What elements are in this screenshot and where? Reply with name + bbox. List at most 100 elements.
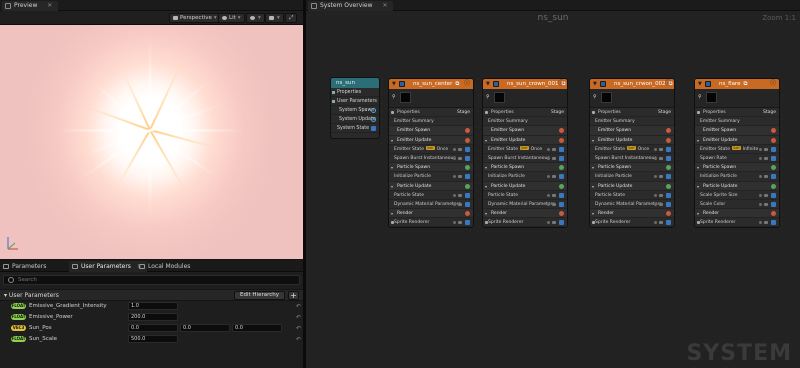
stack-section-header[interactable]: Emitter Spawn [389,126,473,136]
parameter-value-z-field[interactable]: 0.0 [232,324,282,332]
module-row[interactable]: Initialize Particle [590,172,674,182]
stack-section-header[interactable]: Emitter Update ▾ [483,135,567,145]
module-row[interactable]: Dynamic Material Parameters [483,200,567,210]
collapse-icon[interactable]: ▼ [593,79,597,89]
add-module-icon[interactable] [559,137,564,143]
add-module-icon[interactable] [465,137,470,143]
renderer-row[interactable]: Sprite Renderer [590,218,674,228]
properties-row[interactable]: Properties Stage [483,108,567,118]
stack-section-header[interactable]: Emitter Spawn [590,126,674,136]
add-module-icon[interactable] [559,211,564,217]
add-module-icon[interactable] [465,165,470,171]
system-row-properties[interactable]: Properties [331,88,379,97]
stack-section-header[interactable]: Emitter Update ▾ [695,135,779,145]
add-module-icon[interactable] [666,165,671,171]
module-row[interactable]: Initialize Particle [695,172,779,182]
system-row-state[interactable]: System State [331,124,379,133]
emitter-header[interactable]: ▼ ns_flare ⧉ ⓘ [695,79,779,89]
perspective-dropdown[interactable]: Perspective ▾ [169,13,221,23]
expand-icon[interactable]: ▾ [485,136,487,145]
stack-section-header[interactable]: Emitter Update ▾ [389,135,473,145]
module-row[interactable]: Scale Color [695,200,779,210]
tab-local-modules[interactable]: Local Modules [136,261,195,272]
module-row[interactable]: Scale Sprite Size [695,191,779,200]
module-enabled-checkbox[interactable] [465,192,470,198]
parameter-row[interactable]: VEC3 Sun_Pos 0.0 0.0 0.0 ↶ [0,323,303,334]
module-enabled-checkbox[interactable] [771,174,776,180]
add-module-icon[interactable] [771,183,776,189]
expand-icon[interactable]: ▾ [592,182,594,191]
system-row-user-parameters[interactable]: User Parameters [331,97,379,106]
emitter-enabled-checkbox[interactable] [705,81,711,87]
module-enabled-checkbox[interactable] [771,201,776,207]
emitter-summary-row[interactable]: Emitter Summary [483,117,567,127]
stack-section-header[interactable]: Emitter Update ▾ [590,135,674,145]
add-module-icon[interactable] [771,128,776,134]
emitter-header[interactable]: ▼ ns_sun_crown_001 ⧉ ⓘ [483,79,567,89]
expand-icon[interactable]: ▾ [391,136,393,145]
system-overview-tab[interactable]: System Overview ✕ [308,1,394,11]
info-icon[interactable]: ⓘ [665,79,671,89]
add-module-icon[interactable] [771,137,776,143]
expand-icon[interactable]: ▾ [697,136,699,145]
module-enabled-checkbox[interactable] [666,201,671,207]
collapse-icon[interactable]: ▼ [698,79,702,89]
parameter-value-field[interactable]: 1.0 [128,302,178,310]
add-module-icon[interactable] [666,137,671,143]
renderer-row[interactable]: Sprite Renderer [389,218,473,228]
enabled-checkbox[interactable] [371,126,376,131]
expand-icon[interactable]: ▾ [697,182,699,191]
module-enabled-checkbox[interactable] [771,192,776,198]
emitter-node[interactable]: ▼ ns_sun_center ⧉ ⓘ ⚲ Properties Stage Emitter … [388,78,474,229]
module-row[interactable]: Particle State [590,191,674,200]
emitter-summary-row[interactable]: Emitter Summary [590,117,674,127]
add-module-icon[interactable] [666,211,671,217]
expand-icon[interactable]: ▾ [592,209,594,218]
expand-icon[interactable]: ▾ [592,163,594,172]
add-module-icon[interactable] [771,165,776,171]
expand-icon[interactable]: ▾ [485,209,487,218]
add-module-icon[interactable] [465,128,470,134]
module-enabled-checkbox[interactable] [666,146,671,152]
parameter-value-field[interactable]: 200.0 [128,313,178,321]
add-module-icon[interactable] [465,183,470,189]
emitter-summary-row[interactable]: Emitter Summary [389,117,473,127]
stack-section-header[interactable]: Particle Spawn ▾ [483,163,567,173]
stack-section-header[interactable]: Render ▾ [483,209,567,219]
emitter-summary-row[interactable]: Emitter Summary [695,117,779,127]
emitter-state-row[interactable]: Emitter State Self Once [389,145,473,154]
preview-tab[interactable]: Preview ✕ [2,1,59,11]
module-row[interactable]: Dynamic Material Parameters [389,200,473,210]
module-enabled-checkbox[interactable] [666,220,671,226]
parameter-row[interactable]: FLOAT Emissive_Gradient_Intensity 1.0 ↶ [0,301,303,312]
stack-section-header[interactable]: Render ▾ [389,209,473,219]
stack-section-header[interactable]: Particle Spawn ▾ [695,163,779,173]
expand-icon[interactable]: ▾ [391,163,393,172]
parameter-value-x-field[interactable]: 0.0 [128,324,178,332]
emitter-state-row[interactable]: Emitter State Self Infinite [695,145,779,154]
properties-row[interactable]: Properties Stage [389,108,473,118]
parameter-value-y-field[interactable]: 0.0 [180,324,230,332]
module-row[interactable]: Spawn Rate [695,154,779,164]
maximize-viewport-button[interactable]: ⤢ [285,13,298,23]
search-box[interactable] [3,275,300,285]
module-enabled-checkbox[interactable] [465,174,470,180]
emitter-enabled-checkbox[interactable] [600,81,606,87]
emitter-enabled-checkbox[interactable] [493,81,499,87]
stack-section-header[interactable]: Emitter Spawn [695,126,779,136]
module-enabled-checkbox[interactable] [465,220,470,226]
module-row[interactable]: Particle State [389,191,473,200]
add-module-icon[interactable] [371,117,376,122]
add-module-icon[interactable] [666,183,671,189]
add-module-icon[interactable] [371,108,376,113]
reset-icon[interactable]: ↶ [296,314,301,321]
reset-icon[interactable]: ↶ [296,303,301,310]
system-node[interactable]: ns_sun Properties User Parameters System… [330,77,380,139]
collapse-icon[interactable]: ▼ [392,79,396,89]
module-row[interactable]: Spawn Burst Instantaneous [389,154,473,164]
module-enabled-checkbox[interactable] [559,174,564,180]
expand-icon[interactable]: ▾ [592,136,594,145]
module-enabled-checkbox[interactable] [559,146,564,152]
preview-viewport[interactable] [0,25,303,259]
add-module-icon[interactable] [771,211,776,217]
